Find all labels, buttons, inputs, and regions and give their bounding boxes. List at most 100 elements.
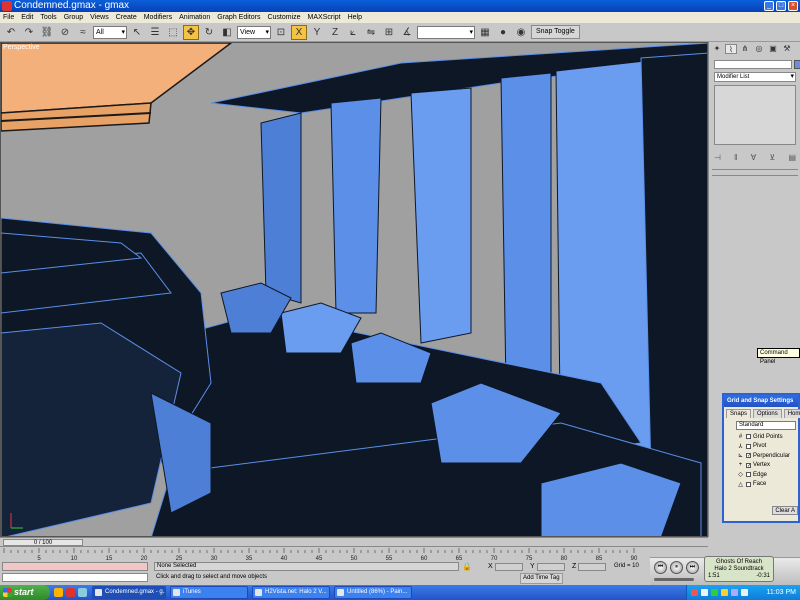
task-gmax[interactable]: Condemned.gmax - g... bbox=[92, 586, 166, 599]
selection-lock-icon[interactable]: 🔒 bbox=[462, 562, 472, 571]
motion-tab-icon[interactable]: ◎ bbox=[753, 44, 765, 54]
named-selection-select[interactable] bbox=[417, 25, 475, 39]
menu-file[interactable]: File bbox=[3, 12, 14, 23]
tray-volume-icon[interactable] bbox=[721, 589, 728, 596]
utilities-tab-icon[interactable]: ⚒ bbox=[781, 44, 793, 54]
firefox-icon[interactable] bbox=[54, 588, 63, 597]
opera-icon[interactable] bbox=[66, 588, 75, 597]
snap-item-perpendicular[interactable]: ⊾ ✓ Perpendicular bbox=[724, 451, 798, 461]
modifier-list-select[interactable]: Modifier List bbox=[714, 72, 796, 82]
task-browser[interactable]: H2Vista.net: Halo 2 V... bbox=[252, 586, 330, 599]
snap-item-grid-points[interactable]: # Grid Points bbox=[724, 432, 798, 442]
rect-selection-icon[interactable]: ⬚ bbox=[165, 24, 181, 40]
tray-security-icon[interactable] bbox=[711, 589, 718, 596]
tray-display-icon[interactable] bbox=[741, 589, 748, 596]
volume-slider[interactable] bbox=[654, 578, 694, 581]
tray-app-icon[interactable] bbox=[691, 589, 698, 596]
menu-modifiers[interactable]: Modifiers bbox=[144, 12, 172, 23]
pivot-checkbox[interactable] bbox=[746, 443, 751, 449]
snap-icon[interactable]: ∡ bbox=[399, 24, 415, 40]
menu-edit[interactable]: Edit bbox=[21, 12, 33, 23]
bind-space-warp-icon[interactable]: ≈ bbox=[75, 24, 91, 40]
modifier-stack[interactable] bbox=[714, 85, 796, 145]
restrict-x-icon[interactable]: X bbox=[291, 24, 307, 40]
time-slider-thumb[interactable]: 0 / 100 bbox=[3, 539, 83, 546]
snap-preset-select[interactable]: Standard bbox=[736, 421, 796, 430]
menu-create[interactable]: Create bbox=[116, 12, 137, 23]
tray-messenger-icon[interactable] bbox=[731, 589, 738, 596]
close-button[interactable]: × bbox=[788, 1, 798, 11]
mirror-icon[interactable]: ⇋ bbox=[363, 24, 379, 40]
menu-views[interactable]: Views bbox=[90, 12, 109, 23]
clear-all-button[interactable]: Clear A bbox=[772, 506, 798, 515]
undo-icon[interactable]: ↶ bbox=[3, 24, 19, 40]
face-checkbox[interactable] bbox=[746, 481, 751, 487]
restrict-z-icon[interactable]: Z bbox=[327, 24, 343, 40]
time-slider[interactable]: 0 / 100 bbox=[0, 537, 708, 546]
tray-network-icon[interactable] bbox=[701, 589, 708, 596]
minimize-button[interactable]: _ bbox=[764, 1, 774, 11]
align-icon[interactable]: ⊞ bbox=[381, 24, 397, 40]
perspective-viewport[interactable]: Perspective bbox=[0, 42, 708, 537]
menu-customize[interactable]: Customize bbox=[267, 12, 300, 23]
configure-sets-icon[interactable]: ▤ bbox=[788, 153, 796, 162]
redo-icon[interactable]: ↷ bbox=[21, 24, 37, 40]
menu-tools[interactable]: Tools bbox=[40, 12, 56, 23]
grid-points-checkbox[interactable] bbox=[746, 434, 751, 440]
select-rotate-icon[interactable]: ↻ bbox=[201, 24, 217, 40]
menu-group[interactable]: Group bbox=[64, 12, 83, 23]
make-unique-icon[interactable]: ∀ bbox=[751, 153, 756, 162]
select-move-icon[interactable]: ✥ bbox=[183, 24, 199, 40]
pin-stack-icon[interactable]: ⊣ bbox=[714, 153, 721, 162]
render-icon[interactable]: ● bbox=[495, 24, 511, 40]
link-icon[interactable]: ⛓ bbox=[39, 24, 55, 40]
snap-item-edge[interactable]: ◇ Edge bbox=[724, 470, 798, 480]
quick-render-icon[interactable]: ◉ bbox=[513, 24, 529, 40]
selection-filter-select[interactable]: All bbox=[93, 25, 127, 39]
menu-help[interactable]: Help bbox=[348, 12, 362, 23]
show-end-result-icon[interactable]: ‖ bbox=[734, 153, 737, 162]
restrict-plane-icon[interactable]: ⟀ bbox=[345, 24, 361, 40]
material-editor-icon[interactable]: ▦ bbox=[477, 24, 493, 40]
pivot-center-icon[interactable]: ⊡ bbox=[273, 24, 289, 40]
maxscript-listener[interactable] bbox=[2, 562, 148, 571]
next-track-icon[interactable]: ⏭ bbox=[686, 561, 699, 574]
tab-options[interactable]: Options bbox=[753, 409, 782, 418]
previous-track-icon[interactable]: ⏮ bbox=[654, 561, 667, 574]
pause-icon[interactable]: ⏸ bbox=[670, 561, 683, 574]
unlink-icon[interactable]: ⊘ bbox=[57, 24, 73, 40]
snap-item-vertex[interactable]: + ✓ Vertex bbox=[724, 461, 798, 471]
create-tab-icon[interactable]: ✦ bbox=[711, 44, 723, 54]
add-time-tag-button[interactable]: Add Time Tag bbox=[520, 573, 563, 584]
modify-tab-icon[interactable]: ⌇ bbox=[725, 44, 737, 54]
maximize-button[interactable]: □ bbox=[776, 1, 786, 11]
task-itunes[interactable]: iTunes bbox=[170, 586, 248, 599]
vertex-checkbox[interactable]: ✓ bbox=[746, 462, 751, 468]
edge-checkbox[interactable] bbox=[746, 472, 751, 478]
viewport-label[interactable]: Perspective bbox=[3, 44, 40, 51]
menu-graph-editors[interactable]: Graph Editors bbox=[217, 12, 260, 23]
remove-modifier-icon[interactable]: ⊻ bbox=[769, 153, 775, 162]
display-tab-icon[interactable]: ▣ bbox=[767, 44, 779, 54]
select-by-name-icon[interactable]: ☰ bbox=[147, 24, 163, 40]
dialog-title[interactable]: Grid and Snap Settings bbox=[724, 395, 798, 407]
restrict-y-icon[interactable]: Y bbox=[309, 24, 325, 40]
maxscript-input[interactable] bbox=[2, 573, 148, 582]
task-paint[interactable]: Untitled (86%) - Pain... bbox=[334, 586, 412, 599]
select-scale-icon[interactable]: ◧ bbox=[219, 24, 235, 40]
object-name-field[interactable] bbox=[714, 60, 792, 69]
snap-item-pivot[interactable]: ⅄ Pivot bbox=[724, 442, 798, 452]
snap-item-face[interactable]: △ Face bbox=[724, 480, 798, 490]
perpendicular-checkbox[interactable]: ✓ bbox=[746, 453, 751, 459]
tab-home[interactable]: Home bbox=[783, 409, 800, 418]
snap-toggle-button[interactable]: Snap Toggle bbox=[531, 25, 580, 39]
select-object-icon[interactable]: ↖ bbox=[129, 24, 145, 40]
menu-maxscript[interactable]: MAXScript bbox=[308, 12, 341, 23]
start-button[interactable]: start bbox=[0, 585, 50, 600]
desktop-icon[interactable] bbox=[78, 588, 87, 597]
menu-animation[interactable]: Animation bbox=[179, 12, 210, 23]
tab-snaps[interactable]: Snaps bbox=[726, 409, 752, 418]
y-coordinate-field[interactable] bbox=[536, 562, 565, 571]
reference-coord-select[interactable]: View bbox=[237, 25, 271, 39]
object-color-swatch[interactable] bbox=[794, 60, 800, 69]
